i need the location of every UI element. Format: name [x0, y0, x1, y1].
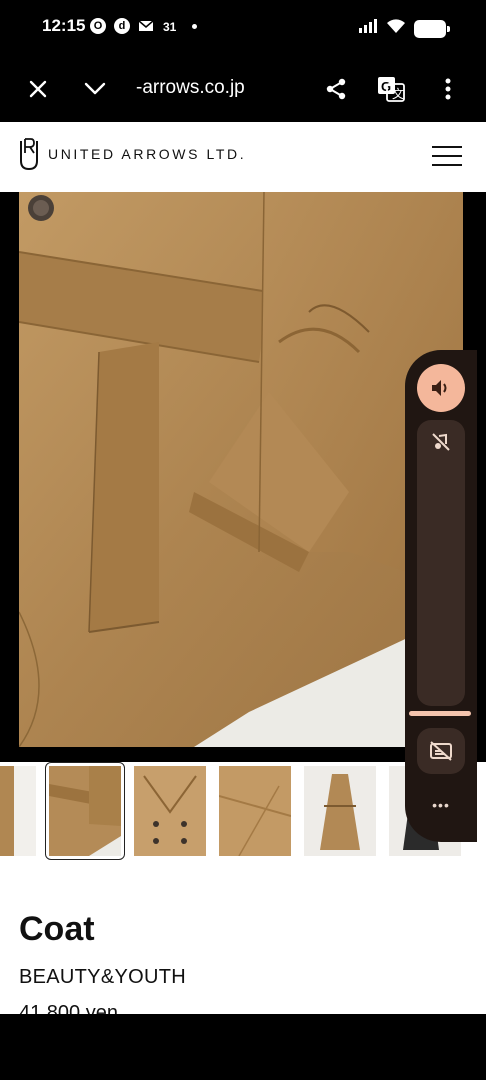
- status-icons-right: [358, 18, 450, 39]
- coat-closeup-image: [19, 192, 463, 747]
- product-info: Coat BEAUTY&YOUTH 41,800 yen: [0, 860, 486, 1014]
- status-time: 12:15: [42, 16, 86, 35]
- product-title: Coat: [19, 910, 95, 948]
- signal-icon: [358, 18, 378, 39]
- url-text[interactable]: -arrows.co.jp: [136, 77, 245, 99]
- expand-toolbar-button[interactable]: [78, 72, 112, 106]
- chevron-down-icon: [84, 82, 106, 95]
- volume-slider-track[interactable]: [417, 420, 465, 706]
- music-off-icon: [432, 433, 450, 451]
- translate-icon: G 文: [378, 77, 405, 102]
- menu-button[interactable]: [432, 144, 464, 168]
- media-mute-button[interactable]: [417, 420, 465, 464]
- translate-button[interactable]: G 文: [374, 72, 408, 106]
- svg-text:G: G: [381, 79, 391, 94]
- live-caption-button[interactable]: [417, 728, 465, 774]
- d-app-icon: d: [114, 18, 130, 34]
- calendar-icon: 31: [162, 18, 178, 34]
- menu-icon: [432, 146, 462, 148]
- volume-button[interactable]: [417, 364, 465, 412]
- thumbnail-2[interactable]: [134, 766, 206, 856]
- share-icon: [326, 78, 346, 100]
- volume-panel: •••: [405, 350, 477, 842]
- navigation-bar-area: [0, 1014, 486, 1080]
- thumbnail-1-selected[interactable]: [45, 762, 125, 860]
- status-icons-left: O d 31: [90, 18, 197, 34]
- status-bar: 12:15 O d 31: [0, 0, 486, 56]
- share-button[interactable]: [319, 72, 353, 106]
- thumbnail-3[interactable]: [219, 766, 291, 856]
- volume-more-options-button[interactable]: •••: [417, 790, 465, 820]
- battery-icon: [414, 19, 450, 38]
- svg-text:文: 文: [392, 86, 404, 101]
- thumbnail-4[interactable]: [304, 766, 376, 856]
- mail-icon: [138, 18, 154, 34]
- site-logo-text[interactable]: UNITED ARROWS LTD.: [48, 146, 246, 162]
- product-brand[interactable]: BEAUTY&YOUTH: [19, 966, 186, 989]
- volume-slider-handle[interactable]: [409, 711, 471, 716]
- notification-dot: [192, 23, 197, 29]
- close-tab-button[interactable]: [21, 72, 55, 106]
- browser-toolbar: -arrows.co.jp G 文: [0, 56, 486, 122]
- more-options-button[interactable]: [431, 72, 465, 106]
- speaker-icon: [432, 380, 447, 396]
- united-arrows-logo-icon[interactable]: [19, 137, 39, 171]
- product-price: 41,800 yen: [19, 1002, 118, 1014]
- svg-text:31: 31: [163, 20, 177, 34]
- close-icon: [29, 80, 47, 98]
- product-main-image[interactable]: [19, 192, 463, 747]
- caption-off-icon: [430, 741, 452, 761]
- wifi-icon: [386, 18, 406, 39]
- more-vert-icon: [445, 78, 451, 100]
- site-header: UNITED ARROWS LTD.: [0, 122, 486, 192]
- opera-icon: O: [90, 18, 106, 34]
- thumbnail-0[interactable]: [0, 766, 36, 856]
